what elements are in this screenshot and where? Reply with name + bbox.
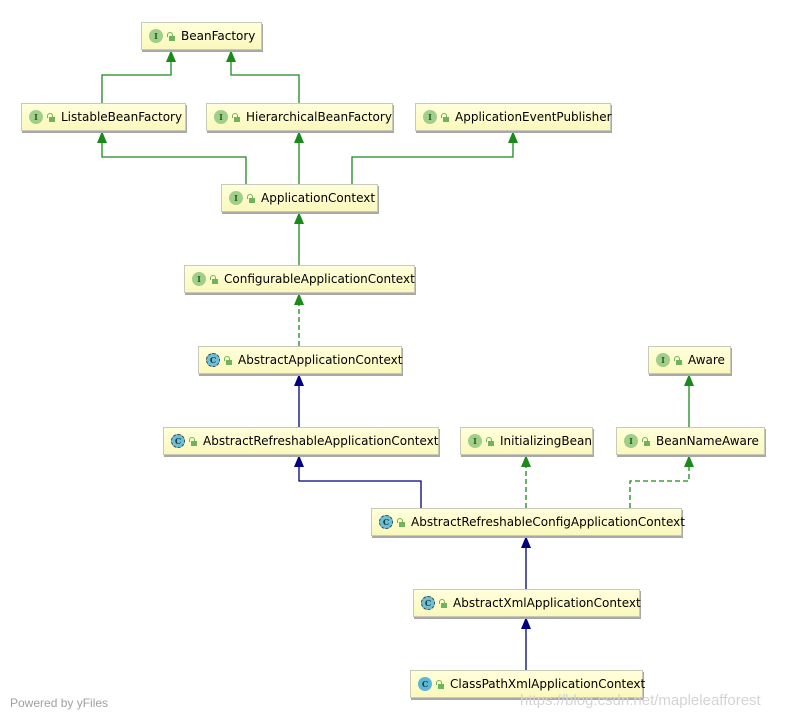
edge-hierarchical-bean-factory-to-bean-factory bbox=[226, 50, 300, 103]
public-access-icon bbox=[210, 274, 218, 284]
interface-icon: I bbox=[192, 272, 206, 286]
public-access-icon bbox=[441, 112, 449, 122]
node-configurable-application-context[interactable]: I ConfigurableApplicationContext bbox=[184, 265, 415, 293]
node-bean-name-aware[interactable]: I BeanNameAware bbox=[616, 427, 765, 455]
arrowhead-icon bbox=[294, 131, 304, 143]
edge-abstract-refreshable-config-application-context-to-initializing-bean bbox=[521, 455, 531, 508]
interface-icon: I bbox=[214, 110, 228, 124]
node-label: AbstractRefreshableConfigApplicationCont… bbox=[411, 515, 685, 529]
edge-line bbox=[230, 61, 300, 103]
interface-icon: I bbox=[423, 110, 437, 124]
node-label: ListableBeanFactory bbox=[61, 110, 183, 124]
edge-configurable-application-context-to-application-context bbox=[294, 212, 304, 265]
node-label: AbstractRefreshableApplicationContext bbox=[203, 434, 439, 448]
node-label: ApplicationContext bbox=[261, 191, 376, 205]
abstract-class-icon: C bbox=[421, 596, 435, 610]
node-label: ConfigurableApplicationContext bbox=[224, 272, 415, 286]
interface-icon: I bbox=[149, 29, 163, 43]
node-label: AbstractApplicationContext bbox=[238, 353, 403, 367]
public-access-icon bbox=[397, 517, 405, 527]
public-access-icon bbox=[436, 679, 444, 689]
node-aware[interactable]: I Aware bbox=[648, 346, 731, 374]
node-application-event-publisher[interactable]: I ApplicationEventPublisher bbox=[415, 103, 612, 131]
public-access-icon bbox=[224, 355, 232, 365]
node-label: BeanNameAware bbox=[656, 434, 759, 448]
edge-abstract-application-context-to-configurable-application-context bbox=[294, 293, 304, 346]
arrowhead-icon bbox=[521, 536, 531, 548]
edge-line bbox=[351, 142, 514, 184]
edge-application-context-to-application-event-publisher bbox=[351, 131, 518, 184]
arrowhead-icon bbox=[521, 617, 531, 629]
arrowhead-icon bbox=[166, 50, 176, 62]
public-access-icon bbox=[247, 193, 255, 203]
edge-application-context-to-listable-bean-factory bbox=[97, 131, 247, 184]
node-label: ApplicationEventPublisher bbox=[455, 110, 612, 124]
edge-application-context-to-hierarchical-bean-factory bbox=[294, 131, 304, 184]
arrowhead-icon bbox=[508, 131, 518, 143]
node-hierarchical-bean-factory[interactable]: I HierarchicalBeanFactory bbox=[206, 103, 393, 131]
watermark: https://blog.csdn.net/mapleleafforest bbox=[520, 692, 761, 709]
powered-by-label: Powered by yFiles bbox=[10, 696, 109, 710]
arrowhead-icon bbox=[226, 50, 236, 62]
edge-class-path-xml-application-context-to-abstract-xml-application-context bbox=[521, 617, 531, 670]
public-access-icon bbox=[674, 355, 682, 365]
edge-line bbox=[298, 466, 422, 508]
interface-icon: I bbox=[624, 434, 638, 448]
arrowhead-icon bbox=[294, 455, 304, 467]
edge-line bbox=[101, 61, 172, 103]
edge-listable-bean-factory-to-bean-factory bbox=[101, 50, 176, 103]
interface-icon: I bbox=[656, 353, 670, 367]
abstract-class-icon: C bbox=[206, 353, 220, 367]
interface-icon: I bbox=[29, 110, 43, 124]
edge-line bbox=[629, 466, 690, 508]
arrowhead-icon bbox=[521, 455, 531, 467]
node-label: ClassPathXmlApplicationContext bbox=[450, 677, 646, 691]
public-access-icon bbox=[642, 436, 650, 446]
edge-bean-name-aware-to-aware bbox=[684, 374, 694, 427]
arrowhead-icon bbox=[684, 455, 694, 467]
node-abstract-refreshable-application-context[interactable]: C AbstractRefreshableApplicationContext bbox=[163, 427, 439, 455]
public-access-icon bbox=[167, 31, 175, 41]
class-icon: C bbox=[418, 677, 432, 691]
edge-abstract-refreshable-config-application-context-to-bean-name-aware bbox=[629, 455, 694, 508]
node-label: Aware bbox=[688, 353, 725, 367]
arrowhead-icon bbox=[97, 131, 107, 143]
public-access-icon bbox=[439, 598, 447, 608]
public-access-icon bbox=[189, 436, 197, 446]
edge-abstract-xml-application-context-to-abstract-refreshable-config-application-context bbox=[521, 536, 531, 589]
node-abstract-refreshable-config-application-context[interactable]: C AbstractRefreshableConfigApplicationCon… bbox=[371, 508, 685, 536]
node-label: BeanFactory bbox=[181, 29, 256, 43]
interface-icon: I bbox=[468, 434, 482, 448]
node-bean-factory[interactable]: I BeanFactory bbox=[141, 22, 262, 50]
edge-line bbox=[101, 142, 247, 184]
arrowhead-icon bbox=[684, 374, 694, 386]
node-initializing-bean[interactable]: I InitializingBean bbox=[460, 427, 593, 455]
node-abstract-application-context[interactable]: C AbstractApplicationContext bbox=[198, 346, 402, 374]
node-label: InitializingBean bbox=[500, 434, 592, 448]
arrowhead-icon bbox=[294, 212, 304, 224]
abstract-class-icon: C bbox=[379, 515, 393, 529]
public-access-icon bbox=[232, 112, 240, 122]
arrowhead-icon bbox=[294, 293, 304, 305]
node-abstract-xml-application-context[interactable]: C AbstractXmlApplicationContext bbox=[413, 589, 641, 617]
node-application-context[interactable]: I ApplicationContext bbox=[221, 184, 378, 212]
public-access-icon bbox=[486, 436, 494, 446]
abstract-class-icon: C bbox=[171, 434, 185, 448]
node-label: HierarchicalBeanFactory bbox=[246, 110, 392, 124]
node-listable-bean-factory[interactable]: I ListableBeanFactory bbox=[21, 103, 186, 131]
edge-abstract-refreshable-config-application-context-to-abstract-refreshable-application-context bbox=[294, 455, 422, 508]
public-access-icon bbox=[47, 112, 55, 122]
interface-icon: I bbox=[229, 191, 243, 205]
edge-abstract-refreshable-application-context-to-abstract-application-context bbox=[294, 374, 304, 427]
node-label: AbstractXmlApplicationContext bbox=[453, 596, 641, 610]
arrowhead-icon bbox=[294, 374, 304, 386]
